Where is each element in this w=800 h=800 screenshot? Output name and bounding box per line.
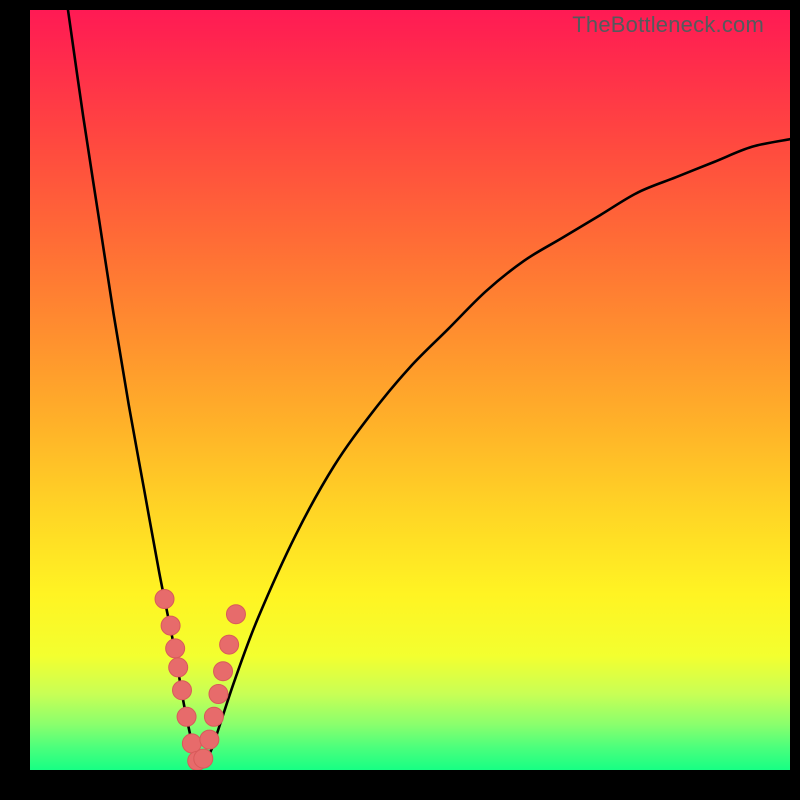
highlighted-point: [200, 730, 219, 749]
highlighted-point: [177, 707, 196, 726]
plot-area: [30, 10, 790, 770]
highlighted-point: [204, 707, 223, 726]
bottleneck-curve-svg: [30, 10, 790, 770]
highlighted-point: [166, 639, 185, 658]
watermark-text: TheBottleneck.com: [572, 12, 764, 38]
chart-frame: TheBottleneck.com: [0, 0, 800, 800]
highlighted-point: [226, 605, 245, 624]
highlighted-points-group: [155, 590, 245, 771]
highlighted-point: [169, 658, 188, 677]
highlighted-point: [220, 635, 239, 654]
highlighted-point: [161, 616, 180, 635]
highlighted-point: [173, 681, 192, 700]
highlighted-point: [194, 749, 213, 768]
highlighted-point: [214, 662, 233, 681]
highlighted-point: [209, 685, 228, 704]
highlighted-point: [155, 590, 174, 609]
